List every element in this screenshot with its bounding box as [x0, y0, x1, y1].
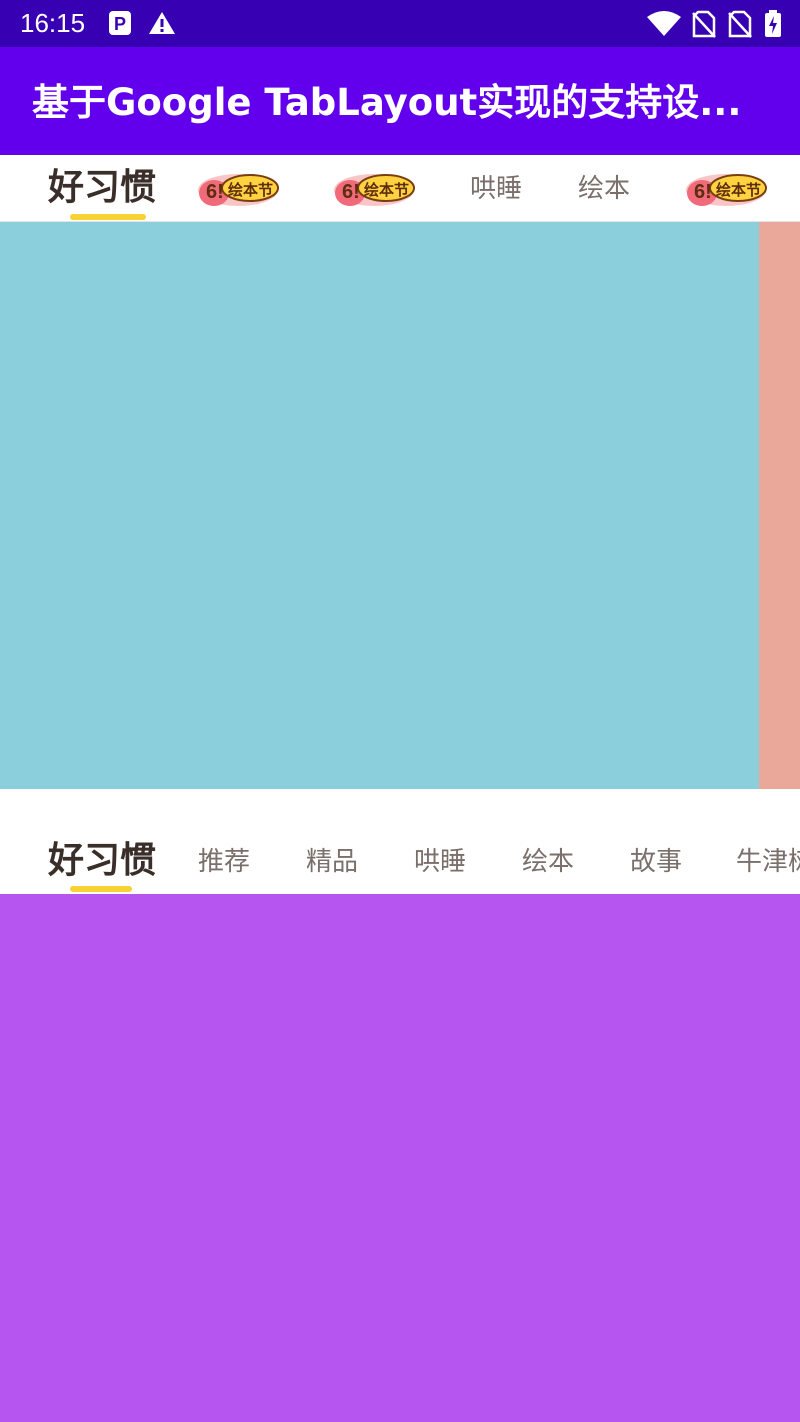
viewpager-1-current-page[interactable]: [0, 222, 759, 789]
tab-label: 精品: [305, 847, 358, 877]
tab-picture-book[interactable]: 绘本: [566, 172, 642, 206]
picture-book-festival-icon: 6! 绘本节: [686, 174, 767, 206]
tab-lullaby[interactable]: 哄睡: [402, 845, 478, 879]
svg-text:绘本节: 绘本节: [364, 181, 409, 199]
parking-icon: P: [108, 10, 132, 40]
no-sim-icon: [692, 10, 716, 42]
tab-label: 故事: [629, 847, 682, 877]
tab-label: 绘本: [577, 174, 630, 204]
tab-lullaby[interactable]: 哄睡: [458, 172, 534, 206]
tab-picture-book-festival-image[interactable]: 6! 绘本节: [194, 166, 280, 210]
status-time: 16:15: [20, 8, 86, 38]
tab-good-habits[interactable]: 好习惯: [40, 168, 164, 208]
tab-layout-2: 好习惯 推荐 精品 哄睡 绘本 故事 牛津树: [0, 789, 800, 893]
tab-picture-book-festival-image[interactable]: 6! 绘本节: [330, 166, 416, 210]
tab-label: 哄睡: [413, 847, 466, 877]
app-title: 基于Google TabLayout实现的支持设...: [32, 81, 742, 124]
picture-book-festival-icon: 6! 绘本节: [334, 174, 415, 206]
tab-good-habits[interactable]: 好习惯: [40, 841, 164, 881]
tab-label: 推荐: [197, 847, 250, 877]
tab-indicator: [70, 214, 146, 220]
tab-layout-1: 好习惯 6! 绘本节 6! 绘本节 哄睡 绘本 6! 绘本节: [0, 155, 800, 221]
svg-text:6!: 6!: [694, 181, 712, 203]
viewpager-2-current-page[interactable]: [0, 894, 800, 1422]
svg-text:绘本节: 绘本节: [716, 181, 761, 199]
tab-label: 绘本: [521, 847, 574, 877]
tab-label: 牛津树: [736, 847, 800, 877]
tab-oxford-tree[interactable]: 牛津树: [736, 845, 800, 879]
wifi-icon: [646, 10, 682, 42]
svg-text:绘本节: 绘本节: [228, 181, 273, 199]
app-bar: 基于Google TabLayout实现的支持设...: [0, 47, 800, 155]
tab-recommended[interactable]: 推荐: [186, 845, 262, 879]
warning-icon: [148, 10, 176, 40]
svg-text:6!: 6!: [206, 181, 224, 203]
tab-label: 好习惯: [47, 167, 156, 208]
tab-indicator: [70, 886, 132, 892]
no-sim-icon: [728, 10, 752, 42]
picture-book-festival-icon: 6! 绘本节: [198, 174, 279, 206]
viewpager-1-next-page[interactable]: [759, 222, 800, 789]
svg-text:P: P: [114, 14, 126, 34]
tab-picture-book[interactable]: 绘本: [510, 845, 586, 879]
tab-label: 好习惯: [47, 840, 156, 881]
tab-label: 哄睡: [469, 174, 522, 204]
tab-featured[interactable]: 精品: [294, 845, 370, 879]
tab-picture-book-festival-image[interactable]: 6! 绘本节: [682, 166, 768, 210]
tab-story[interactable]: 故事: [618, 845, 694, 879]
status-bar: 16:15 P: [0, 0, 800, 47]
svg-text:6!: 6!: [342, 181, 360, 203]
battery-charging-icon: [764, 10, 782, 42]
